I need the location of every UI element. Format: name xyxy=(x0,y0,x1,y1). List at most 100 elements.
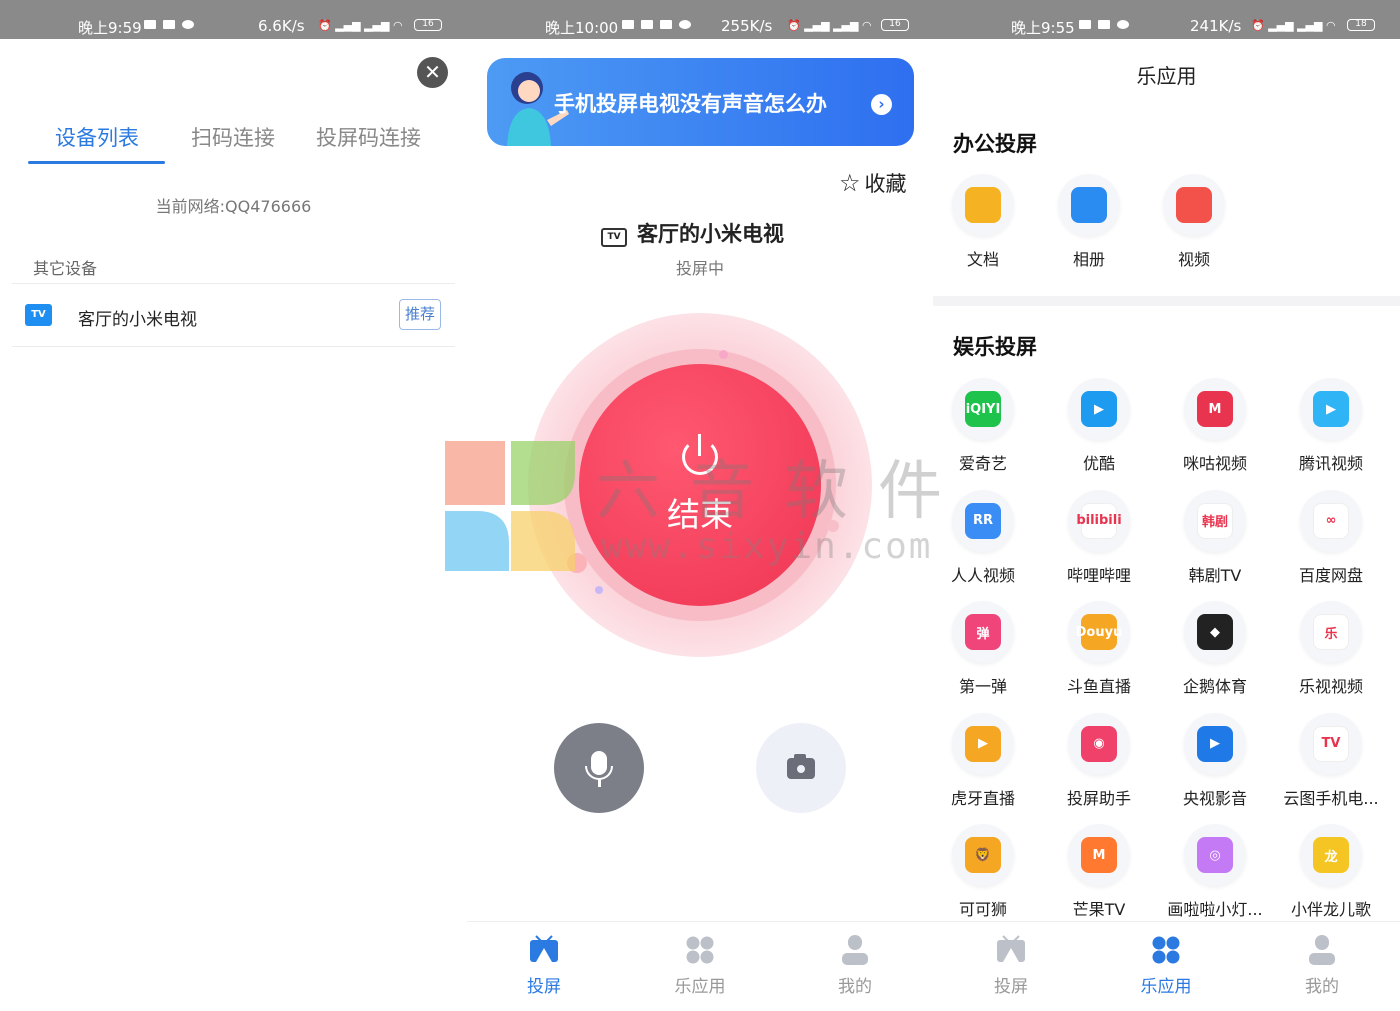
app-folder[interactable]: 文档 xyxy=(933,174,1033,270)
nav-apps[interactable]: 乐应用 xyxy=(1116,934,1216,997)
app-bilibili[interactable]: bilibili 哔哩哔哩 xyxy=(1049,489,1149,586)
app-letv[interactable]: 乐乐视视频 xyxy=(1281,601,1381,697)
app-lion[interactable]: 🦁 可可狮 xyxy=(933,824,1033,920)
status-time: 晚上10:00 xyxy=(545,19,619,37)
casting-screen: 晚上10:00 255K/s ⏰ ▂▄▆ ▂▄▆ ◠ 16 手机投屏电视没有声音… xyxy=(467,0,933,1011)
lion-icon: 🦁 xyxy=(952,824,1014,886)
app-iqiyi[interactable]: iQIYI 爱奇艺 xyxy=(933,378,1033,474)
app-xiaobanlong[interactable]: 龙小伴龙儿歌 xyxy=(1281,824,1381,920)
app-label: 优酷 xyxy=(1082,454,1115,473)
app-label: 乐视视频 xyxy=(1298,677,1363,696)
app-cast-helper[interactable]: ◉ 投屏助手 xyxy=(1049,712,1149,809)
help-banner[interactable]: 手机投屏电视没有声音怎么办 › xyxy=(487,58,914,146)
banner-text: 手机投屏电视没有声音怎么办 xyxy=(554,92,827,116)
battery-icon: 18 xyxy=(1347,18,1375,31)
nav-cast[interactable]: 投屏 xyxy=(494,934,594,997)
nav-cast[interactable]: 投屏 xyxy=(961,934,1061,997)
status-time: 晚上9:59 xyxy=(78,19,142,37)
nav-cast-label: 投屏 xyxy=(527,977,561,997)
tencent-video-icon: ▶ xyxy=(1300,378,1362,440)
notification-icons xyxy=(622,19,698,32)
app-douyu[interactable]: Douyu 斗鱼直播 xyxy=(1049,601,1149,697)
device-list-screen: 晚上9:59 6.6K/s ⏰ ▂▄▆ ▂▄▆ ◠ 16 ✕ 设备列表 扫码连接… xyxy=(0,0,467,1011)
app-label: 哔哩哔哩 xyxy=(1066,565,1131,585)
tab-scan-connect[interactable]: 扫码连接 xyxy=(191,122,275,152)
signal-icons: ⏰ ▂▄▆ ▂▄▆ ◠ xyxy=(787,19,872,32)
screenshot-button[interactable] xyxy=(756,723,846,813)
user-icon xyxy=(1306,934,1338,966)
app-label: 腾讯视频 xyxy=(1298,454,1363,473)
migu-icon: M xyxy=(1184,378,1246,440)
bottom-nav: 投屏 乐应用 我的 xyxy=(933,921,1400,1011)
other-devices-label: 其它设备 xyxy=(33,259,98,278)
status-bar: 晚上9:59 6.6K/s ⏰ ▂▄▆ ▂▄▆ ◠ 16 xyxy=(0,0,467,39)
cast-icon xyxy=(528,934,560,966)
notification-icons xyxy=(144,19,201,32)
notification-icons xyxy=(1079,19,1136,32)
nav-apps-label: 乐应用 xyxy=(674,977,726,997)
app-label: 小伴龙儿歌 xyxy=(1290,900,1371,919)
decor-dot xyxy=(827,520,839,532)
hanju-icon: 韩剧 xyxy=(1184,489,1246,552)
nav-me[interactable]: 我的 xyxy=(1272,934,1372,997)
youku-icon: ▶ xyxy=(1068,378,1130,440)
letv-icon: 乐 xyxy=(1300,601,1362,663)
app-migu[interactable]: M 咪咕视频 xyxy=(1165,378,1265,474)
end-cast-button[interactable]: 结束 xyxy=(579,364,821,606)
app-label: 芒果TV xyxy=(1072,900,1126,919)
app-label: 文档 xyxy=(966,250,999,269)
nav-me[interactable]: 我的 xyxy=(805,934,905,997)
app-label: 斗鱼直播 xyxy=(1066,677,1131,696)
yuntu-tv-icon: TV xyxy=(1300,712,1362,775)
mango-tv-icon: M xyxy=(1068,824,1130,886)
app-photo[interactable]: 相册 xyxy=(1039,174,1139,270)
favorite-button[interactable]: ☆ 收藏 xyxy=(839,168,907,198)
status-time: 晚上9:55 xyxy=(1011,19,1075,37)
section-divider xyxy=(933,296,1400,306)
xiaobanlong-icon: 龙 xyxy=(1300,824,1362,886)
app-hanju[interactable]: 韩剧 韩剧TV xyxy=(1165,489,1265,586)
app-tencent-video[interactable]: ▶ 腾讯视频 xyxy=(1281,378,1381,474)
app-diyidan[interactable]: 弹第一弹 xyxy=(933,601,1033,697)
apps-icon xyxy=(1150,934,1182,966)
huya-icon: ▶ xyxy=(952,712,1014,775)
app-hualala[interactable]: ◎ 画啦啦小灯... xyxy=(1165,824,1265,920)
recommend-badge: 推荐 xyxy=(399,299,441,330)
app-yuntu-tv[interactable]: TV 云图手机电... xyxy=(1281,712,1381,809)
nav-cast-label: 投屏 xyxy=(994,977,1028,997)
star-icon: ☆ xyxy=(839,169,861,197)
status-bar: 晚上9:55 241K/s ⏰ ▂▄▆ ▂▄▆ ◠ 18 xyxy=(933,0,1400,39)
favorite-label: 收藏 xyxy=(864,172,907,196)
close-button[interactable]: ✕ xyxy=(417,57,448,88)
decor-dot xyxy=(595,586,603,594)
tab-code-connect[interactable]: 投屏码连接 xyxy=(316,122,421,152)
battery-icon: 16 xyxy=(414,18,442,31)
tv-name: 客厅的小米电视 xyxy=(637,222,784,246)
close-icon: ✕ xyxy=(424,60,441,84)
app-cctv[interactable]: ▶ 央视影音 xyxy=(1165,712,1265,809)
app-mango-tv[interactable]: M 芒果TV xyxy=(1049,824,1149,920)
app-youku[interactable]: ▶ 优酷 xyxy=(1049,378,1149,474)
status-net-speed: 241K/s xyxy=(1190,17,1242,35)
cctv-icon: ▶ xyxy=(1184,712,1246,775)
app-huya[interactable]: ▶ 虎牙直播 xyxy=(933,712,1033,809)
tab-device-list[interactable]: 设备列表 xyxy=(55,122,139,152)
office-section-title: 办公投屏 xyxy=(953,132,1037,156)
iqiyi-icon: iQIYI xyxy=(952,378,1014,440)
app-baidu-pan[interactable]: ∞ 百度网盘 xyxy=(1281,489,1381,586)
page-title: 乐应用 xyxy=(1136,64,1197,88)
app-renren[interactable]: RR 人人视频 xyxy=(933,489,1033,586)
apps-screen: 晚上9:55 241K/s ⏰ ▂▄▆ ▂▄▆ ◠ 18 乐应用 办公投屏 文档… xyxy=(933,0,1400,1011)
tv-title: TV 客厅的小米电视 xyxy=(601,218,784,248)
app-penguin[interactable]: ◆ 企鹅体育 xyxy=(1165,601,1265,697)
nav-apps-label: 乐应用 xyxy=(1140,977,1192,997)
mic-button[interactable] xyxy=(554,723,644,813)
nav-apps[interactable]: 乐应用 xyxy=(650,934,750,997)
app-video[interactable]: 视频 xyxy=(1144,174,1244,270)
app-label: 投屏助手 xyxy=(1066,788,1131,808)
photo-icon xyxy=(1058,174,1120,236)
decor-dot xyxy=(719,350,728,359)
cast-helper-icon: ◉ xyxy=(1068,712,1130,775)
renren-icon: RR xyxy=(952,489,1014,552)
app-label: 可可狮 xyxy=(958,900,1007,919)
